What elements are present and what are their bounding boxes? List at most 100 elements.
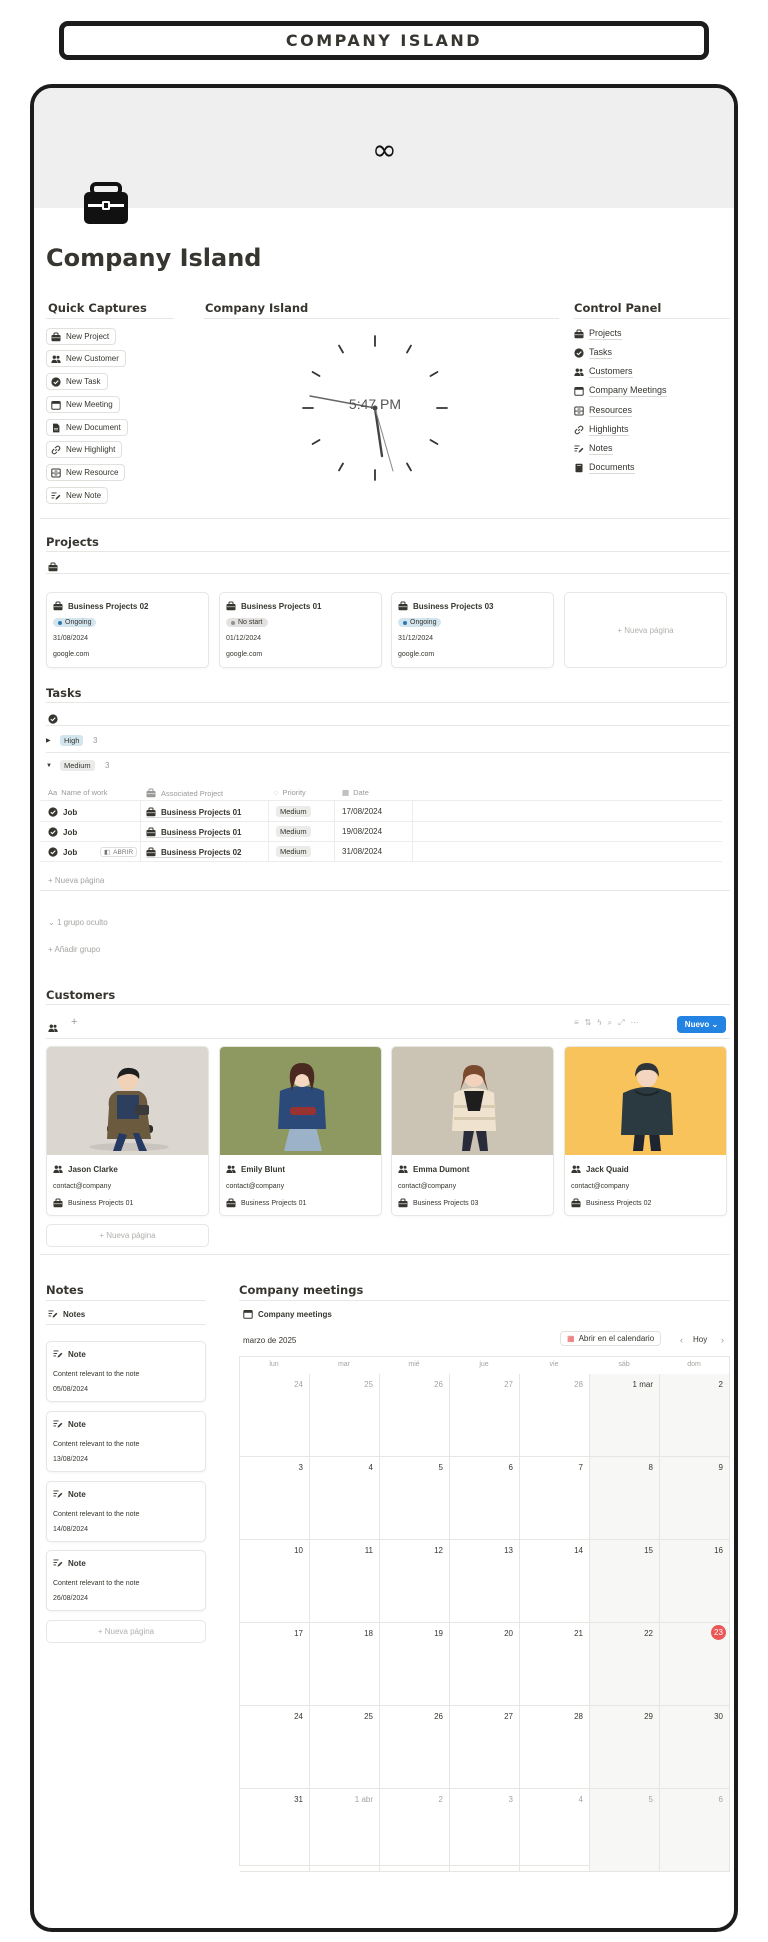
calendar-day[interactable]: 18 [310,1623,380,1706]
calendar-day[interactable]: 30 [660,1706,730,1789]
control-panel-tasks-link[interactable]: Tasks [574,347,613,359]
calendar-day[interactable]: 4 [310,1457,380,1540]
today-button[interactable]: Hoy [693,1335,707,1344]
calendar-day[interactable]: 1 mar [590,1374,660,1457]
calendar-day[interactable]: 9 [660,1457,730,1540]
control-panel-projects-link[interactable]: Projects [574,328,622,340]
project-url[interactable]: google.com [226,651,262,658]
calendar-day[interactable]: 2 [380,1789,450,1872]
calendar-day[interactable]: 24 [240,1374,310,1457]
note-card[interactable]: Note Content relevant to the note 13/08/… [46,1411,206,1472]
project-card[interactable]: Business Projects 03 Ongoing 31/12/2024 … [391,592,554,668]
task-date-cell[interactable]: 19/08/2024 [342,827,382,836]
calendar-day[interactable]: 27 [450,1706,520,1789]
task-priority-tag[interactable]: Medium [276,846,311,857]
new-customer-button[interactable]: New Customer [46,350,126,367]
control-panel-resources-link[interactable]: Resources [574,405,633,417]
customer-project[interactable]: Business Projects 01 [226,1198,306,1208]
column-header-priority[interactable]: ◌ Priority [274,788,306,797]
calendar-day[interactable]: 13 [450,1540,520,1623]
open-in-calendar-button[interactable]: ▦ Abrir en el calendario [560,1331,662,1346]
calendar-day[interactable]: 5 [590,1789,660,1872]
task-date-cell[interactable]: 17/08/2024 [342,807,382,816]
column-header-associated-project[interactable]: Associated Project [146,788,223,798]
calendar-day[interactable]: 4 [520,1789,590,1872]
table-row[interactable]: Job Business Projects 01 Medium 17/08/20… [40,802,722,822]
task-name-cell[interactable]: Job [48,827,77,837]
note-card[interactable]: Note Content relevant to the note 26/08/… [46,1550,206,1611]
task-new-page[interactable]: + Nueva página [48,876,104,885]
task-project-cell[interactable]: Business Projects 01 [146,807,242,818]
calendar-day[interactable]: 3 [450,1789,520,1872]
customer-project[interactable]: Business Projects 03 [398,1198,478,1208]
hidden-groups-toggle[interactable]: ⌄ 1 grupo oculto [48,918,108,927]
control-panel-notes-link[interactable]: Notes [574,443,613,455]
calendar-day[interactable]: 14 [520,1540,590,1623]
calendar-day[interactable]: 29 [590,1706,660,1789]
new-document-button[interactable]: New Document [46,419,128,436]
calendar-day[interactable]: 19 [380,1623,450,1706]
calendar-day[interactable]: 8 [590,1457,660,1540]
customer-new-page[interactable]: + Nueva página [46,1224,209,1247]
customer-project[interactable]: Business Projects 02 [571,1198,651,1208]
note-card[interactable]: Note Content relevant to the note 14/08/… [46,1481,206,1542]
open-row-button[interactable]: ◧ ABRIR [100,847,138,857]
task-name-cell[interactable]: Job [48,847,77,857]
new-task-button[interactable]: New Task [46,373,108,390]
task-name-cell[interactable]: Job [48,807,77,817]
customer-email[interactable]: contact@company [226,1183,284,1190]
project-new-page[interactable]: + Nueva página [564,592,727,668]
project-card[interactable]: Business Projects 01 No start 01/12/2024… [219,592,382,668]
meetings-view-tab[interactable]: Company meetings [243,1309,332,1319]
calendar-day[interactable]: 31 [240,1789,310,1872]
calendar-day[interactable]: 26 [380,1374,450,1457]
calendar-day[interactable]: 15 [590,1540,660,1623]
new-meeting-button[interactable]: New Meeting [46,396,120,413]
next-month-icon[interactable]: › [721,1335,724,1345]
briefcase-page-icon[interactable] [82,180,130,226]
note-card[interactable]: Note Content relevant to the note 05/08/… [46,1341,206,1402]
notes-view-tab[interactable]: Notes [48,1309,85,1319]
task-priority-tag[interactable]: Medium [276,806,311,817]
calendar-day[interactable]: 23 [660,1623,730,1706]
calendar-day[interactable]: 1 abr [310,1789,380,1872]
task-project-cell[interactable]: Business Projects 02 [146,847,242,858]
add-view-plus-icon[interactable]: + [71,1016,77,1028]
customer-email[interactable]: contact@company [53,1183,111,1190]
task-project-cell[interactable]: Business Projects 01 [146,827,242,838]
note-new-page[interactable]: + Nueva página [46,1620,206,1643]
control-panel-company-meetings-link[interactable]: Company Meetings [574,385,667,397]
project-card[interactable]: Business Projects 02 Ongoing 31/08/2024 … [46,592,209,668]
view-toolbar-icons[interactable]: ≡⇅ϟ⌕⤢⋯ [574,1018,645,1028]
customer-email[interactable]: contact@company [571,1183,629,1190]
projects-view-briefcase-icon[interactable] [48,559,63,577]
group-medium-label[interactable]: Medium [60,760,95,771]
new-note-button[interactable]: New Note [46,487,109,504]
customer-card[interactable]: Jack Quaid contact@company Business Proj… [564,1046,727,1216]
calendar-day[interactable]: 11 [310,1540,380,1623]
calendar-day[interactable]: 12 [380,1540,450,1623]
calendar-day[interactable]: 10 [240,1540,310,1623]
calendar-day[interactable]: 3 [240,1457,310,1540]
column-header-date[interactable]: ▦ Date [342,788,369,797]
calendar-day[interactable]: 25 [310,1374,380,1457]
calendar-day[interactable]: 25 [310,1706,380,1789]
calendar-day[interactable]: 22 [590,1623,660,1706]
calendar-day[interactable]: 6 [660,1789,730,1872]
customers-view-people-icon[interactable] [48,1020,63,1038]
new-highlight-button[interactable]: New Highlight [46,441,123,458]
control-panel-customers-link[interactable]: Customers [574,366,633,378]
calendar-day[interactable]: 2 [660,1374,730,1457]
project-url[interactable]: google.com [53,651,89,658]
add-group-button[interactable]: + Añadir grupo [48,945,100,954]
customer-project[interactable]: Business Projects 01 [53,1198,133,1208]
task-priority-tag[interactable]: Medium [276,826,311,837]
customer-card[interactable]: Jason Clarke contact@company Business Pr… [46,1046,209,1216]
prev-month-icon[interactable]: ‹ [680,1335,683,1345]
tasks-view-check-icon[interactable] [48,711,63,729]
table-row[interactable]: Job Business Projects 01 Medium 19/08/20… [40,822,722,842]
table-row[interactable]: Job ◧ ABRIR Business Projects 02 Medium 3… [40,842,722,862]
calendar-day[interactable]: 17 [240,1623,310,1706]
task-date-cell[interactable]: 31/08/2024 [342,847,382,856]
control-panel-documents-link[interactable]: Documents [574,462,635,474]
